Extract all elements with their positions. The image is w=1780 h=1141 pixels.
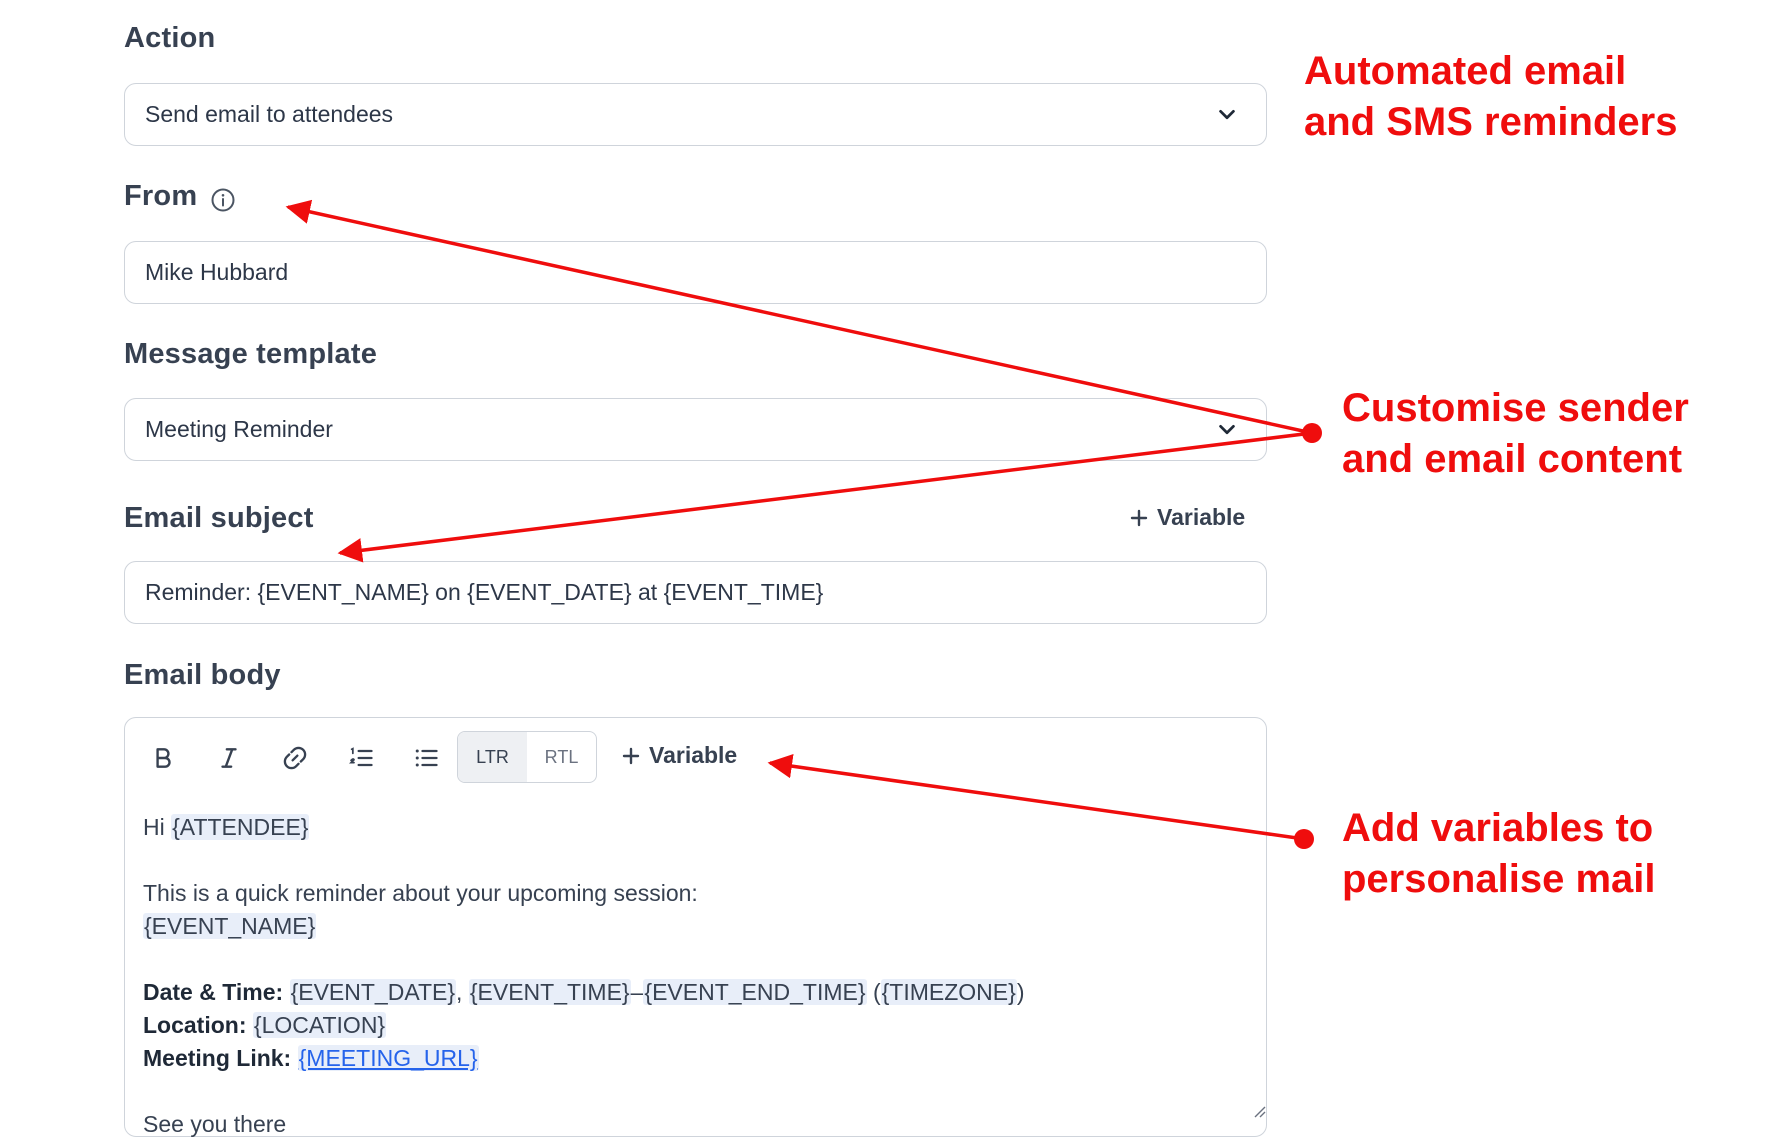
action-label: Action [124,22,216,54]
comma: , [456,979,463,1005]
message-template-value: Meeting Reminder [145,416,333,442]
annotation-customise-sender: Customise sender and email content [1342,383,1689,485]
intro-line: This is a quick reminder about your upco… [143,880,698,906]
link-icon [283,746,307,770]
arrow-origin-dot [1302,423,1322,443]
variable-chip: {EVENT_END_TIME} [643,979,867,1005]
email-subject-input[interactable]: Reminder: {EVENT_NAME} on {EVENT_DATE} a… [124,561,1267,624]
bullet-list-icon [415,749,438,767]
close-paren: ) [1016,979,1025,1005]
email-body-editor[interactable]: LTR RTL Variable Hi {ATTENDEE} This is a… [124,717,1267,1137]
ltr-button[interactable]: LTR [458,732,527,782]
email-subject-value: Reminder: {EVENT_NAME} on {EVENT_DATE} a… [145,579,824,605]
text-direction-toggle: LTR RTL [457,731,597,783]
link-button[interactable] [275,738,315,778]
variable-chip: {EVENT_NAME} [143,913,317,939]
annotation-line: personalise mail [1342,857,1656,901]
email-body-label: Email body [124,659,281,691]
annotation-automated-reminders: Automated email and SMS reminders [1304,46,1677,148]
action-select-value: Send email to attendees [145,101,394,127]
resize-handle-icon[interactable] [1252,1104,1266,1118]
from-input[interactable]: Mike Hubbard [124,241,1267,304]
meeting-url-link[interactable]: {MEETING_URL} [297,1045,479,1071]
message-template-label: Message template [124,338,378,370]
closing-line: See you there [143,1111,287,1137]
chevron-down-icon [1219,424,1235,434]
greeting-line: Hi {ATTENDEE} [143,811,1024,844]
event-name-line: {EVENT_NAME} [143,910,1024,943]
meeting-link-label: Meeting Link: [143,1045,292,1071]
body-add-variable-button[interactable]: Variable [621,742,737,769]
plus-icon [1130,509,1148,526]
annotation-line: and SMS reminders [1304,100,1678,144]
datetime-line: Date & Time: {EVENT_DATE}, {EVENT_TIME}–… [143,976,1024,1009]
variable-chip: {LOCATION} [252,1012,387,1038]
italic-icon [221,748,237,768]
email-subject-label: Email subject [124,502,314,534]
annotation-line: Add variables to [1342,806,1654,850]
variable-chip: {ATTENDEE} [171,814,310,840]
meeting-link-line: Meeting Link: {MEETING_URL} [143,1042,1024,1075]
email-body-content[interactable]: Hi {ATTENDEE} This is a quick reminder a… [143,811,1024,1141]
bold-button[interactable] [143,738,183,778]
body-variable-label: Variable [649,742,738,768]
variable-chip: {EVENT_DATE} [289,979,457,1005]
message-template-select[interactable]: Meeting Reminder [124,398,1267,461]
bullet-list-button[interactable] [406,738,446,778]
from-label: From [124,180,198,212]
annotation-line: Customise sender [1342,386,1689,430]
subject-add-variable-button[interactable]: Variable [1129,504,1245,531]
italic-button[interactable] [209,738,249,778]
open-paren: ( [872,979,881,1005]
plus-icon [622,747,640,764]
annotation-line: Automated email [1304,49,1627,93]
chevron-down-icon [1219,109,1235,119]
location-label: Location: [143,1012,247,1038]
rtl-button[interactable]: RTL [527,732,596,782]
from-input-value: Mike Hubbard [145,259,289,285]
annotation-line: and email content [1342,437,1683,481]
subject-variable-label: Variable [1157,504,1246,530]
greeting-text: Hi [143,814,165,840]
variable-chip: {TIMEZONE} [880,979,1017,1005]
ordered-list-icon [348,747,373,767]
info-icon[interactable] [210,187,236,213]
variable-chip: {EVENT_TIME} [468,979,631,1005]
bold-icon [156,748,171,768]
datetime-label: Date & Time: [143,979,284,1005]
location-line: Location: {LOCATION} [143,1009,1024,1042]
arrow-origin-dot [1294,829,1314,849]
dash: – [630,979,644,1005]
annotation-add-variables: Add variables to personalise mail [1342,803,1655,905]
action-select[interactable]: Send email to attendees [124,83,1267,146]
ordered-list-button[interactable] [341,738,381,778]
